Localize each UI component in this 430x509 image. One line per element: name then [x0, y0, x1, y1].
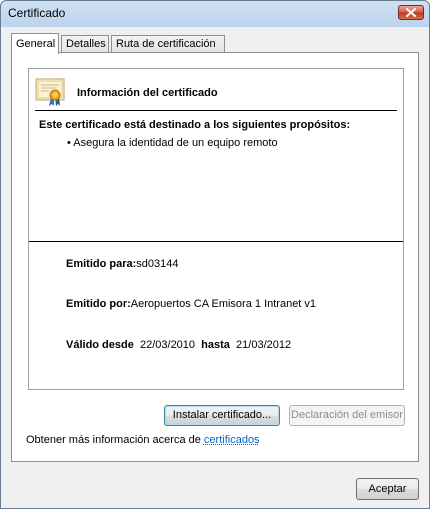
valid-to-label: hasta — [201, 339, 230, 351]
issued-to-row: Emitido para:sd03144 — [66, 258, 179, 270]
issued-to-label: Emitido para: — [66, 258, 137, 270]
info-title: Información del certificado — [77, 87, 218, 99]
divider — [35, 110, 397, 111]
issued-by-label: Emitido por: — [66, 298, 131, 310]
issuer-statement-button[interactable]: Declaración del emisor — [289, 405, 405, 426]
issued-to-value: sd03144 — [136, 258, 179, 270]
valid-to-value: 21/03/2012 — [236, 339, 292, 351]
purpose-item: • Asegura la identidad de un equipo remo… — [67, 137, 278, 149]
validity-row: Válido desde 22/03/2010 hasta 21/03/2012 — [66, 339, 291, 351]
more-info-label: Obtener más información acerca de — [26, 434, 204, 446]
more-info-text: Obtener más información acerca de certif… — [26, 434, 260, 446]
valid-from-value: 22/03/2010 — [139, 339, 196, 351]
tab-ruta-certificacion[interactable]: Ruta de certificación — [111, 35, 225, 53]
title-bar[interactable]: Certificado — [1, 1, 429, 27]
tab-general[interactable]: General — [11, 33, 59, 54]
purposes-heading: Este certificado está destinado a los si… — [39, 119, 351, 131]
valid-from-label: Válido desde — [66, 339, 134, 351]
certificate-icon — [35, 77, 67, 107]
certificate-dialog: Certificado General Detalles Ruta de cer… — [0, 0, 430, 509]
general-tab-panel: Información del certificado Este certifi… — [11, 52, 419, 462]
close-button[interactable] — [398, 5, 424, 20]
accept-button[interactable]: Aceptar — [356, 478, 419, 500]
certificate-info-box: Información del certificado Este certifi… — [28, 68, 404, 390]
certificates-link[interactable]: certificados — [204, 434, 260, 446]
close-icon — [406, 8, 416, 17]
certificate-info-header: Información del certificado Este certifi… — [29, 69, 403, 242]
dialog-body: General Detalles Ruta de certificación I… — [5, 27, 425, 504]
tab-detalles[interactable]: Detalles — [61, 35, 109, 53]
issued-by-row: Emitido por:Aeropuertos CA Emisora 1 Int… — [66, 298, 316, 310]
issued-by-value: Aeropuertos CA Emisora 1 Intranet v1 — [130, 298, 317, 310]
window-title: Certificado — [8, 6, 66, 20]
install-certificate-button[interactable]: Instalar certificado... — [164, 405, 280, 426]
